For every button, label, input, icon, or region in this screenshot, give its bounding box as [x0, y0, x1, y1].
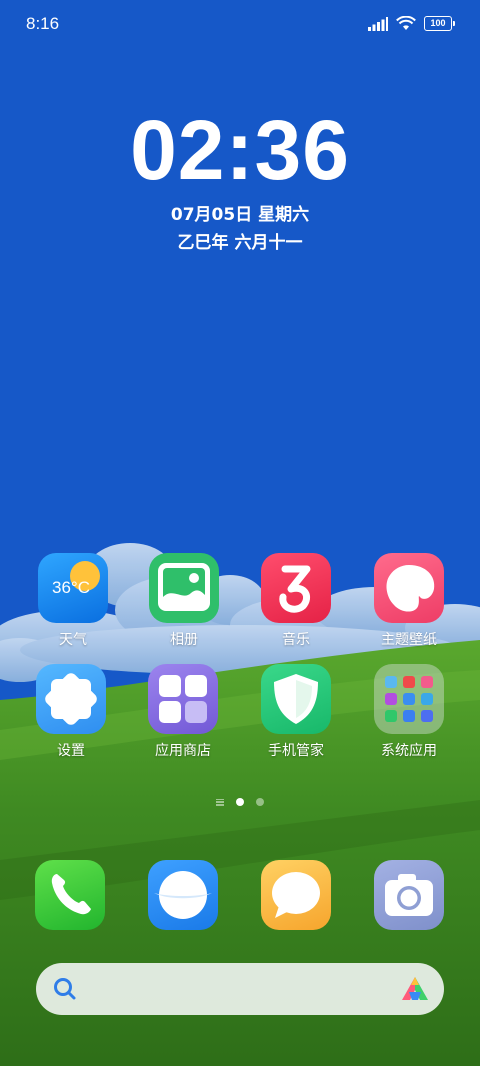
system-apps-folder-icon	[374, 664, 444, 734]
folder-system-apps[interactable]: 系统应用	[359, 664, 459, 760]
signal-icon	[368, 16, 388, 31]
search-icon	[54, 978, 76, 1000]
app-themes[interactable]: 主题壁纸	[359, 553, 459, 649]
app-label: 天气	[59, 632, 87, 648]
dock-phone[interactable]	[35, 860, 105, 930]
clock-widget-date: 07月05日 星期六	[170, 205, 310, 225]
app-label: 系统应用	[381, 743, 437, 759]
page-dot-active	[236, 798, 244, 806]
page-indicator[interactable]	[0, 795, 480, 809]
app-label: 设置	[57, 743, 85, 759]
app-weather[interactable]: 36°C 天气	[23, 553, 123, 649]
clock-widget-lunar-date: 乙巳年 六月十一	[177, 233, 303, 253]
page-dot	[256, 798, 264, 806]
app-label: 音乐	[282, 632, 310, 648]
themes-icon	[374, 553, 444, 623]
app-settings[interactable]: 设置	[21, 664, 121, 760]
search-bar[interactable]	[36, 963, 444, 1015]
wifi-icon	[396, 16, 416, 30]
music-icon	[261, 553, 331, 623]
app-label: 主题壁纸	[381, 632, 437, 648]
page-list-icon	[216, 798, 224, 806]
ai-assistant-icon[interactable]	[400, 975, 430, 1003]
status-time: 8:16	[26, 14, 60, 33]
browser-icon	[148, 860, 218, 930]
app-label: 手机管家	[268, 743, 324, 759]
dock-camera[interactable]	[374, 860, 444, 930]
dock-browser[interactable]	[148, 860, 218, 930]
app-gallery[interactable]: 相册	[134, 553, 234, 649]
app-label: 相册	[170, 632, 198, 648]
dock-messages[interactable]	[261, 860, 331, 930]
app-music[interactable]: 音乐	[246, 553, 346, 649]
weather-temperature: 36°C	[52, 578, 90, 597]
gallery-icon	[149, 553, 219, 623]
app-store-icon	[148, 664, 218, 734]
settings-icon	[36, 664, 106, 734]
app-app-store[interactable]: 应用商店	[133, 664, 233, 760]
camera-icon	[374, 860, 444, 930]
clock-widget-time[interactable]: 02:36	[0, 102, 480, 199]
app-security[interactable]: 手机管家	[246, 664, 346, 760]
app-label: 应用商店	[155, 743, 211, 759]
weather-icon: 36°C	[38, 553, 108, 623]
phone-icon	[35, 860, 105, 930]
status-bar: 8:16 100	[0, 0, 480, 50]
security-icon	[261, 664, 331, 734]
messages-icon	[261, 860, 331, 930]
battery-icon: 100	[424, 16, 455, 31]
